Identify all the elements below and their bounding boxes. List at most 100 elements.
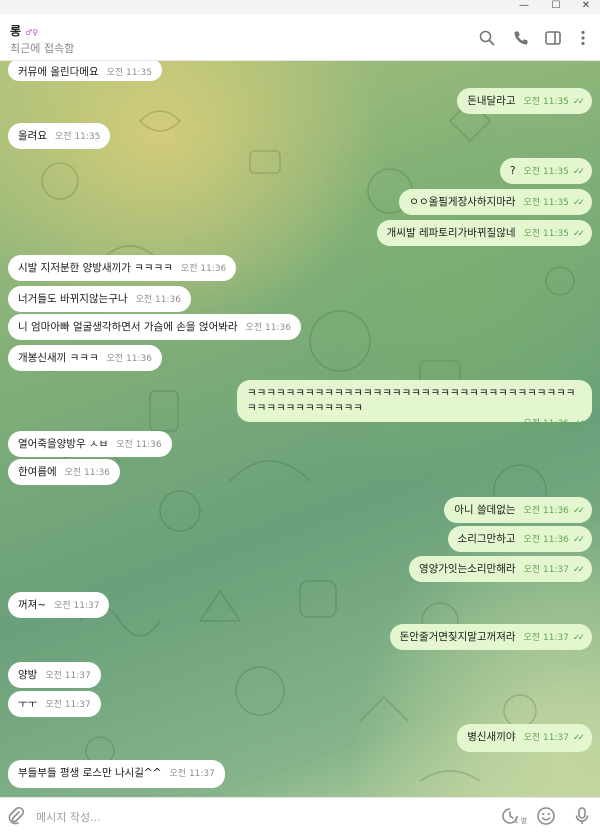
more-icon[interactable] (574, 29, 592, 47)
incoming-message[interactable]: 올려요 오전 11:35 (8, 123, 111, 149)
message-text: 커뮤에 올린다메요 (18, 66, 99, 78)
incoming-message[interactable]: 니 엄마아빠 얼굴생각하면서 가슴에 손을 얹어봐라 오전 11:36 (8, 314, 301, 340)
chat-name-text: 롱 (10, 24, 22, 38)
incoming-message[interactable]: 꺼져~ 오전 11:37 (8, 592, 110, 618)
message-meta: 오전 11:37 (54, 599, 99, 611)
message-time: 오전 11:37 (523, 565, 569, 575)
emoji-icon[interactable] (536, 806, 556, 826)
message-time: 오전 11:35 (54, 132, 101, 142)
message-meta: 오전 11:37 ✓✓ (523, 563, 585, 575)
incoming-message[interactable]: ㅜㅜ 오전 11:37 (8, 691, 101, 717)
message-time: 오전 11:37 (523, 633, 569, 643)
read-check-icon: ✓✓ (572, 198, 585, 208)
message-text: ㅇㅇ올필게장사하지마라 (409, 196, 516, 208)
message-text: 열어죽을양방우 ㅅㅂ (18, 438, 109, 450)
message-meta: 오전 11:36 (136, 293, 181, 305)
message-time: 오전 11:36 (180, 264, 227, 274)
message-time: 오전 11:37 (45, 700, 91, 710)
outgoing-message[interactable]: 영양가잇는소리만해라 오전 11:37 ✓✓ (408, 556, 592, 582)
message-time: 오전 11:37 (169, 769, 215, 779)
incoming-message[interactable]: 한여름에 오전 11:36 (8, 459, 120, 485)
chat-title[interactable]: 롱 ♂♀ (10, 22, 38, 39)
message-text: 소리그만하고 (457, 533, 516, 545)
incoming-message[interactable]: 개봉신새끼 ㅋㅋㅋ 오전 11:36 (8, 345, 162, 371)
message-text: ㅜㅜ (18, 698, 38, 710)
message-time: 오전 11:36 (116, 440, 162, 450)
message-time: 오전 11:36 (106, 354, 152, 364)
message-meta: 오전 11:36 (246, 321, 291, 333)
chat-status: 최근에 접속함 (10, 42, 75, 55)
outgoing-message[interactable]: 아니 쓸데없는 오전 11:36 ✓✓ (444, 497, 592, 523)
message-text: 시발 지저분한 양방새끼가 ㅋㅋㅋㅋ (18, 262, 173, 274)
message-time: 오전 11:35 (106, 68, 152, 78)
outgoing-message[interactable]: 소리그만하고 오전 11:36 ✓✓ (447, 526, 592, 552)
message-input[interactable] (36, 808, 456, 826)
message-text: 돈안줄거면짖지말고꺼져라 (399, 631, 516, 643)
outgoing-message[interactable]: 병신새끼야 오전 11:37 ✓✓ (457, 724, 592, 752)
message-time: 오전 11:36 (64, 468, 110, 478)
read-check-icon: ✓✓ (572, 419, 585, 429)
message-meta: 오전 11:36 (107, 352, 152, 364)
message-text: ? (509, 165, 516, 177)
close-button[interactable]: ✕ (572, 0, 600, 14)
chat-messages-area[interactable]: 커뮤에 올린다메요 오전 11:35 돈내달라고 오전 11:35 ✓✓ 올려요 오전 11… (0, 61, 600, 797)
incoming-message[interactable]: 시발 지저분한 양방새끼가 ㅋㅋㅋㅋ 오전 11:36 (8, 255, 237, 281)
message-meta: 오전 11:37 (170, 767, 215, 779)
message-time: 오전 11:36 (245, 323, 291, 333)
message-text: 개봉신새끼 ㅋㅋㅋ (18, 352, 99, 364)
message-meta: 오전 11:37 ✓✓ (523, 631, 585, 643)
message-meta: 오전 11:37 (45, 669, 90, 681)
minimize-button[interactable]: — (510, 0, 538, 14)
message-meta: 오전 11:37 ✓✓ (523, 731, 585, 743)
message-time: 오전 11:37 (45, 671, 91, 681)
outgoing-message[interactable]: ㅋㅋㅋㅋㅋㅋㅋㅋㅋㅋㅋㅋㅋㅋㅋㅋㅋㅋㅋㅋㅋㅋㅋㅋㅋㅋㅋㅋㅋㅋㅋㅋㅋㅋㅋㅋㅋㅋㅋㅋ… (237, 380, 592, 429)
gif-label: 1 별 (514, 817, 528, 825)
incoming-message[interactable]: 커뮤에 올린다메요 오전 11:35 (8, 61, 162, 81)
read-check-icon: ✓✓ (572, 229, 585, 239)
incoming-message[interactable]: 부들부들 평생 로스만 나시길^^ 오전 11:37 (8, 760, 225, 788)
message-meta: 오전 11:35 (107, 66, 152, 78)
message-time: 오전 11:35 (523, 198, 569, 208)
message-meta: 오전 11:35 ✓✓ (523, 227, 585, 239)
message-text: 니 엄마아빠 얼굴생각하면서 가슴에 손을 얹어봐라 (18, 321, 238, 333)
message-time: 오전 11:36 (135, 295, 181, 305)
incoming-message[interactable]: 너거들도 바뀌지않는구나 오전 11:36 (8, 286, 191, 312)
microphone-icon[interactable] (572, 806, 592, 826)
read-check-icon: ✓✓ (572, 167, 585, 177)
message-meta: 오전 11:35 ✓✓ (524, 165, 585, 177)
attach-icon[interactable] (6, 806, 26, 826)
message-meta: 오전 11:36 (65, 466, 110, 478)
outgoing-message[interactable]: 돈내달라고 오전 11:35 ✓✓ (457, 88, 592, 114)
incoming-message[interactable]: 양방 오전 11:37 (8, 662, 101, 688)
message-text: 아니 쓸데없는 (454, 504, 516, 516)
message-meta: 오전 11:36 (181, 262, 226, 274)
message-text: 돈내달라고 (467, 95, 516, 107)
outgoing-message[interactable]: 개씨발 레파토리가바뀌질않네 오전 11:35 ✓✓ (376, 220, 592, 246)
message-composer: 1 별 (0, 797, 600, 833)
message-text: 양방 (18, 669, 38, 681)
message-meta: 오전 11:35 (55, 130, 100, 142)
search-icon[interactable] (478, 29, 496, 47)
outgoing-message[interactable]: ㅇㅇ올필게장사하지마라 오전 11:35 ✓✓ (399, 189, 592, 215)
maximize-button[interactable]: ☐ (542, 0, 570, 14)
message-time: 오전 11:36 (523, 419, 569, 429)
outgoing-message[interactable]: ? 오전 11:35 ✓✓ (499, 158, 592, 184)
phone-icon[interactable] (512, 29, 530, 47)
outgoing-message[interactable]: 돈안줄거면짖지말고꺼져라 오전 11:37 ✓✓ (389, 624, 592, 650)
message-text: 올려요 (18, 130, 47, 142)
message-meta: 오전 11:36 ✓✓ (247, 416, 585, 432)
message-time: 오전 11:37 (523, 733, 569, 743)
window-titlebar: — ☐ ✕ (0, 0, 600, 14)
read-check-icon: ✓✓ (572, 535, 585, 545)
read-check-icon: ✓✓ (572, 97, 585, 107)
read-check-icon: ✓✓ (572, 565, 585, 575)
message-meta: 오전 11:35 ✓✓ (523, 196, 585, 208)
message-meta: 오전 11:36 (116, 438, 161, 450)
message-text: 부들부들 평생 로스만 나시길^^ (18, 767, 162, 779)
chat-header: 롱 ♂♀ 최근에 접속함 (0, 14, 600, 61)
incoming-message[interactable]: 열어죽을양방우 ㅅㅂ 오전 11:36 (8, 431, 172, 457)
message-time: 오전 11:35 (523, 229, 569, 239)
sidebar-icon[interactable] (544, 29, 562, 47)
message-meta: 오전 11:37 (45, 698, 90, 710)
chat-name-badge: ♂♀ (25, 28, 39, 37)
